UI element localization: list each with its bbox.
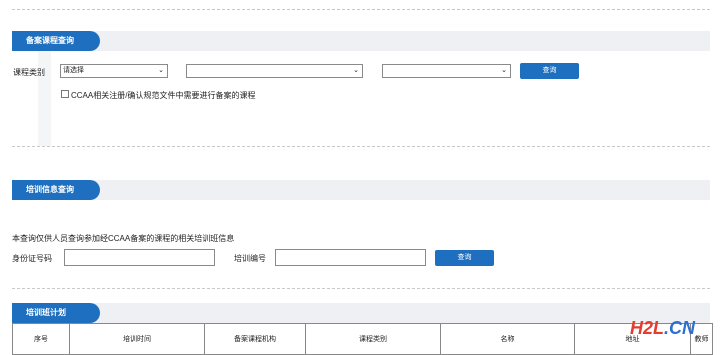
ccaa-checkbox[interactable] xyxy=(61,90,69,98)
select-1-value: 请选择 xyxy=(63,67,84,74)
training-query-note: 本查询仅供人员查询参加经CCAA备案的课程的相关培训班信息 xyxy=(12,234,235,243)
training-query-button[interactable]: 查询 xyxy=(435,250,494,266)
chevron-down-icon: ⌄ xyxy=(158,67,164,74)
training-number-input[interactable] xyxy=(275,249,426,266)
course-query-button[interactable]: 查询 xyxy=(520,63,579,79)
chevron-down-icon: ⌄ xyxy=(353,67,359,74)
id-number-label: 身份证号码 xyxy=(12,254,52,263)
course-category-select-1[interactable]: 请选择 ⌄ xyxy=(60,64,168,78)
watermark-logo: H2L.CN xyxy=(630,318,696,338)
training-number-label: 培训编号 xyxy=(234,254,266,263)
column-header-org: 备案课程机构 xyxy=(204,323,306,355)
divider-middle-2 xyxy=(12,288,710,289)
course-query-title: 备案课程查询 xyxy=(12,31,100,51)
course-query-header: 备案课程查询 xyxy=(12,31,710,51)
column-header-index: 序号 xyxy=(12,323,70,355)
training-query-header: 培训信息查询 xyxy=(12,180,710,200)
column-header-time: 培训时间 xyxy=(69,323,205,355)
training-plan-title: 培训班计划 xyxy=(12,303,100,323)
course-category-label: 课程类别 xyxy=(13,68,45,77)
column-header-category: 课程类别 xyxy=(305,323,441,355)
training-plan-header: 培训班计划 xyxy=(12,303,710,323)
left-strip-1 xyxy=(38,51,51,146)
course-category-select-3[interactable]: ⌄ xyxy=(382,64,511,78)
divider-top xyxy=(12,9,710,10)
course-category-select-2[interactable]: ⌄ xyxy=(186,64,363,78)
divider-middle-1 xyxy=(12,146,710,147)
training-query-title: 培训信息查询 xyxy=(12,180,100,200)
training-plan-table: 序号 培训时间 备案课程机构 课程类别 名称 地址 教师 xyxy=(12,323,713,355)
chevron-down-icon: ⌄ xyxy=(501,67,507,74)
ccaa-checkbox-label: CCAA相关注册/确认规范文件中需要进行备案的课程 xyxy=(71,91,256,100)
id-number-input[interactable] xyxy=(64,249,215,266)
table-header-row: 序号 培训时间 备案课程机构 课程类别 名称 地址 教师 xyxy=(12,323,713,355)
column-header-name: 名称 xyxy=(440,323,575,355)
